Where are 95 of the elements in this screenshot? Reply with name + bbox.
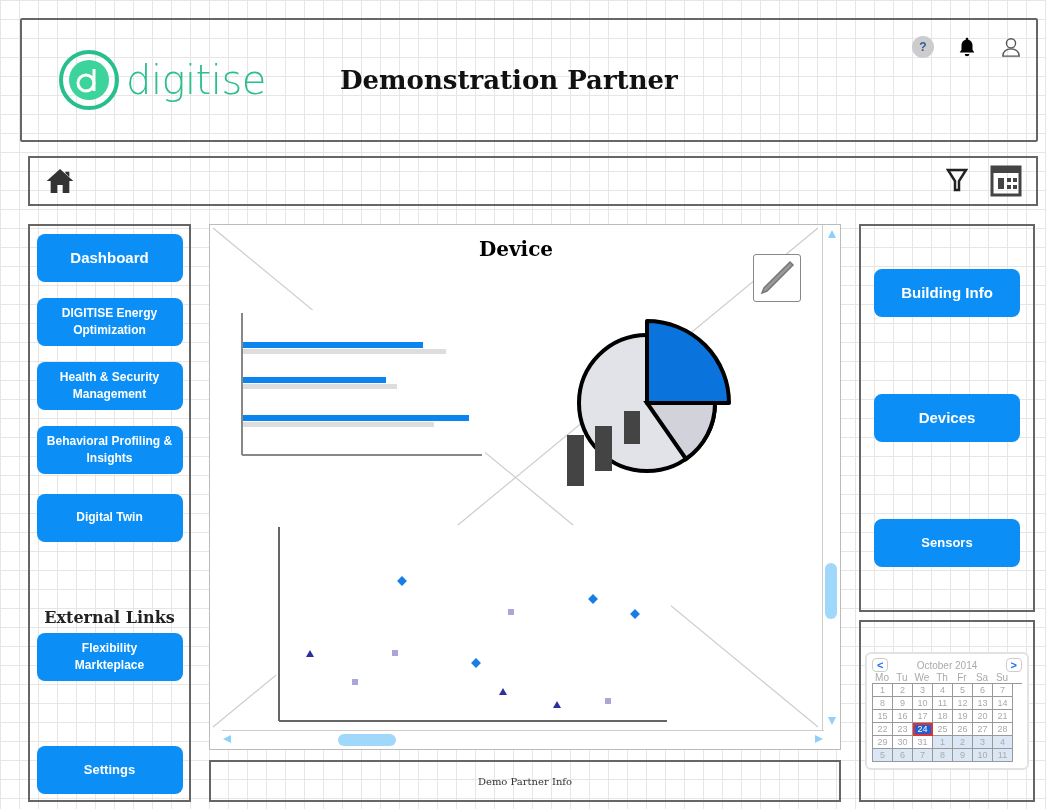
calendar-day[interactable]: 23: [893, 723, 913, 736]
calendar-day[interactable]: 11: [933, 697, 953, 710]
nav-button[interactable]: Sensors: [874, 519, 1020, 568]
user-icon[interactable]: [1000, 36, 1022, 58]
calendar-day[interactable]: 15: [873, 710, 893, 723]
filter-icon[interactable]: [946, 168, 968, 194]
calendar-day[interactable]: 19: [953, 710, 973, 723]
calendar-day[interactable]: 27: [973, 723, 993, 736]
calendar-day[interactable]: 21: [993, 710, 1013, 723]
calendar-day[interactable]: 7: [993, 684, 1013, 697]
page-title: Demonstration Partner: [340, 65, 678, 95]
sidebar-item[interactable]: Behavioral Profiling & Insights: [36, 426, 183, 474]
calendar-day[interactable]: 4: [933, 684, 953, 697]
calendar-day[interactable]: 5: [953, 684, 973, 697]
calendar-day[interactable]: 31: [913, 736, 933, 749]
weekday-label: Mo: [874, 672, 890, 683]
calendar-day[interactable]: 8: [873, 697, 893, 710]
weekday-label: Sa: [974, 672, 990, 683]
calendar-day[interactable]: 9: [893, 697, 913, 710]
calendar-day[interactable]: 7: [913, 749, 933, 762]
calendar-day[interactable]: 6: [973, 684, 993, 697]
sidebar-item[interactable]: Health & Security Management: [36, 362, 183, 410]
calendar-day[interactable]: 13: [973, 697, 993, 710]
horizontal-scrollbar[interactable]: [222, 730, 824, 747]
help-button[interactable]: ?: [912, 36, 934, 58]
weekday-label: We: [913, 672, 931, 683]
calendar-day[interactable]: 14: [993, 697, 1013, 710]
calendar-day[interactable]: 10: [913, 697, 933, 710]
calendar-day[interactable]: 1: [933, 736, 953, 749]
calendar-day[interactable]: 4: [993, 736, 1013, 749]
calendar-day[interactable]: 20: [973, 710, 993, 723]
calendar-day[interactable]: 3: [913, 684, 933, 697]
settings-button[interactable]: Settings: [36, 746, 183, 794]
scatter-point: [471, 658, 481, 668]
calendar-day[interactable]: 6: [893, 749, 913, 762]
calendar-day[interactable]: 5: [873, 749, 893, 762]
scroll-right-icon[interactable]: [814, 734, 824, 744]
scatter-point: [499, 688, 507, 695]
scatter-point: [605, 698, 611, 704]
scatter-point: [397, 576, 407, 586]
calendar-day[interactable]: 16: [893, 710, 913, 723]
weekday-label: Fr: [956, 672, 968, 683]
weekday-label: Tu: [895, 672, 909, 683]
scatter-point: [588, 594, 598, 604]
section-heading: External Links: [44, 608, 175, 627]
weekday-label: Th: [935, 672, 949, 683]
calendar-day[interactable]: 24: [913, 723, 933, 736]
scatter-point: [630, 609, 640, 619]
scroll-up-icon[interactable]: [826, 229, 837, 239]
calendar-day[interactable]: 17: [913, 710, 933, 723]
calendar-day[interactable]: 29: [873, 736, 893, 749]
calendar-day[interactable]: 11: [993, 749, 1013, 762]
calendar-day[interactable]: 22: [873, 723, 893, 736]
sidebar-item[interactable]: Dashboard: [36, 234, 183, 282]
scroll-down-icon[interactable]: [826, 716, 837, 726]
nav-button[interactable]: Building Info: [874, 268, 1020, 317]
calendar-day[interactable]: 10: [973, 749, 993, 762]
scatter-point: [352, 679, 358, 685]
calendar-day[interactable]: 30: [893, 736, 913, 749]
sidebar-item[interactable]: DIGITISE Energy Optimization: [36, 298, 183, 346]
bar: [567, 435, 584, 486]
logo-text: digitise: [126, 57, 266, 103]
nav-button[interactable]: Devices: [874, 394, 1020, 442]
next-month-button[interactable]: >: [1005, 658, 1022, 672]
bar: [595, 426, 612, 471]
scrollbar-thumb[interactable]: [338, 734, 396, 746]
calendar-day[interactable]: 8: [933, 749, 953, 762]
calendar-day[interactable]: 2: [953, 736, 973, 749]
logo-icon: [58, 49, 120, 111]
calendar-day[interactable]: 28: [993, 723, 1013, 736]
month-label: October 2014: [916, 659, 978, 671]
external-link-button[interactable]: Flexibility Markteplace: [36, 633, 183, 681]
calendar-day[interactable]: 25: [933, 723, 953, 736]
calendar-day[interactable]: 9: [953, 749, 973, 762]
edit-button[interactable]: [753, 254, 801, 302]
previous-month-button[interactable]: <: [872, 658, 889, 672]
calendar-day[interactable]: 26: [953, 723, 973, 736]
scroll-left-icon[interactable]: [222, 734, 232, 744]
calendar-day[interactable]: 12: [953, 697, 973, 710]
bar: [624, 411, 640, 444]
panel-title: Device: [478, 237, 554, 261]
weekday-label: Su: [994, 672, 1010, 683]
scatter-point: [508, 609, 514, 615]
calendar-day[interactable]: 2: [893, 684, 913, 697]
scatter-point: [306, 650, 314, 657]
calendar-day[interactable]: 1: [873, 684, 893, 697]
calendar-day[interactable]: 3: [973, 736, 993, 749]
scatter-point: [553, 701, 561, 708]
vertical-scrollbar[interactable]: [822, 225, 840, 730]
info-text: Demo Partner Info: [477, 775, 573, 787]
sidebar-item[interactable]: Digital Twin: [36, 494, 183, 542]
scrollbar-thumb[interactable]: [825, 563, 837, 619]
scatter-point: [392, 650, 398, 656]
calendar-icon[interactable]: [990, 165, 1022, 197]
calendar-day[interactable]: 18: [933, 710, 953, 723]
